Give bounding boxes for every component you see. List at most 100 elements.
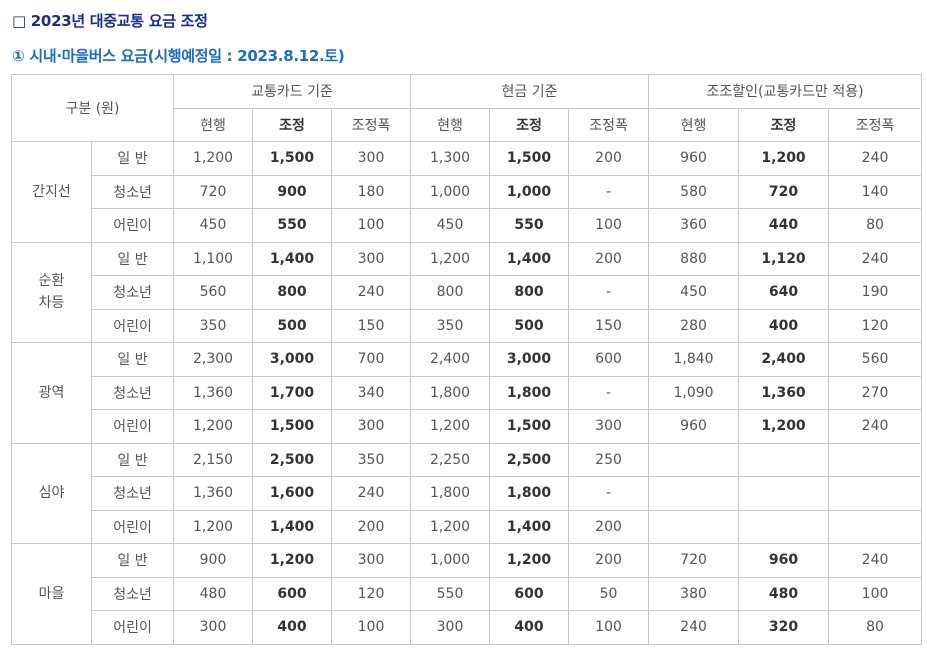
route-type-label: 마을 [38,585,65,602]
page-title: □ 2023년 대중교통 요금 조정 [12,12,208,30]
fare-cell: 1,200 [173,409,254,444]
header-sub: 현행 [648,107,740,142]
fare-cell: 1,500 [252,141,333,176]
fare-cell: 580 [648,174,740,209]
fare-cell: 100 [568,208,650,243]
fare-cell: 80 [828,208,923,243]
fare-cell: 300 [568,409,650,444]
fare-cell: 1,200 [173,509,254,544]
fare-cell: 1,200 [489,543,570,578]
empty-cell [648,509,740,544]
fare-cell: 1,840 [648,342,740,377]
fare-cell: 960 [648,141,740,176]
fare-cell: 550 [489,208,570,243]
fare-cell: 250 [568,442,650,477]
fare-cell: 400 [489,610,570,645]
fare-cell: - [568,174,650,209]
route-type-cell: 심야 [11,442,92,544]
fare-cell: 100 [331,610,412,645]
header-category: 구분 (원) [10,74,175,142]
fare-cell: 240 [331,275,412,310]
table-row: 청소년 560 800 240 800 800-450 640 190 [12,275,923,310]
fare-cell: 150 [568,308,650,343]
fare-cell: 600 [252,576,333,611]
fare-cell: 450 [648,275,740,310]
fare-cell: 100 [331,208,412,243]
fare-cell: 200 [568,241,650,276]
fare-cell: 1,400 [252,509,333,544]
fare-cell: 1,800 [410,476,491,511]
header-sub: 조정폭 [331,107,412,142]
fare-cell: 350 [331,442,412,477]
fare-cell: 960 [738,543,830,578]
route-type-cell: 마을 [11,543,92,645]
table-row: 순환 차등 일 반 1,100 1,400 300 1,200 1,400 200 880 1,12… [11,241,923,343]
header-sub: 현행 [410,107,491,142]
route-type-cell: 광역 [11,342,92,444]
fare-cell: 900 [252,174,333,209]
fare-cell: 200 [331,509,412,544]
fare-cell: 500 [489,308,570,343]
fare-cell: 1,200 [738,141,830,176]
fare-cell: 270 [828,375,923,410]
header-sub: 현행 [173,107,254,142]
fare-cell: 120 [331,576,412,611]
passenger-type-cell: 어린이 [90,409,175,444]
fare-cell: 2,400 [738,342,830,377]
fare-cell: 1,500 [489,409,570,444]
fare-cell: 400 [738,308,830,343]
fare-cell: 240 [828,141,923,176]
fare-cell: 560 [173,275,254,310]
empty-cell [648,442,740,477]
section-subtitle: ① 시내·마을버스 요금(시행예정일 : 2023.8.12.토) [12,47,345,65]
table-row: 청소년 1,360 1,600 240 1,800 1,800- [12,476,923,511]
table-row: 간지선 일 반 1,200 1,500 300 1,300 1,500 200 960 1,200… [11,141,923,243]
fare-cell: 1,200 [410,509,491,544]
passenger-type-cell: 어린이 [90,208,175,243]
header-group-card: 교통카드 기준 [173,74,412,109]
fare-cell: 440 [738,208,830,243]
fare-cell: 720 [173,174,254,209]
fare-cell: 2,150 [173,442,254,477]
fare-cell: 1,700 [252,375,333,410]
fare-cell: 2,500 [252,442,333,477]
header-sub: 조정폭 [568,107,650,142]
fare-cell: 300 [331,141,412,176]
fare-cell: 900 [173,543,254,578]
fare-cell: 300 [410,610,491,645]
fare-cell: 200 [568,141,650,176]
fare-cell: 550 [410,576,491,611]
header-sub: 조정폭 [828,107,923,142]
passenger-type-cell: 일 반 [90,342,175,377]
empty-cell [738,442,830,477]
table-row: 청소년 1,360 1,700 340 1,800 1,800-1,090 1,360 270 [12,375,923,410]
fare-cell: 2,300 [173,342,254,377]
passenger-type-cell: 일 반 [90,141,175,176]
fare-cell: 200 [568,543,650,578]
fare-cell: 240 [648,610,740,645]
fare-cell: 240 [828,409,923,444]
fare-cell: 180 [331,174,412,209]
fare-cell: 1,200 [173,141,254,176]
fare-cell: 240 [828,241,923,276]
fare-cell: 1,400 [489,241,570,276]
fare-cell: 600 [489,576,570,611]
route-type-label: 광역 [38,384,65,401]
table-row: 심야 일 반 2,150 2,500 350 2,250 2,500 250 [11,442,923,544]
fare-cell: 140 [828,174,923,209]
table-row: 마을 일 반 900 1,200 300 1,000 1,200 200 720 960 240 [11,543,923,645]
fare-cell: 450 [410,208,491,243]
fare-cell: 500 [252,308,333,343]
fare-cell: 300 [331,241,412,276]
fare-cell: 280 [648,308,740,343]
fare-cell: 1,200 [410,409,491,444]
fare-cell: 1,500 [252,409,333,444]
fare-cell: 640 [738,275,830,310]
fare-cell: 80 [828,610,923,645]
fare-cell: 1,400 [489,509,570,544]
route-type-label: 차등 [38,295,65,312]
fare-cell: 560 [828,342,923,377]
empty-cell [828,509,923,544]
header-sub: 조정 [489,107,570,142]
route-type-label: 심야 [38,485,65,502]
